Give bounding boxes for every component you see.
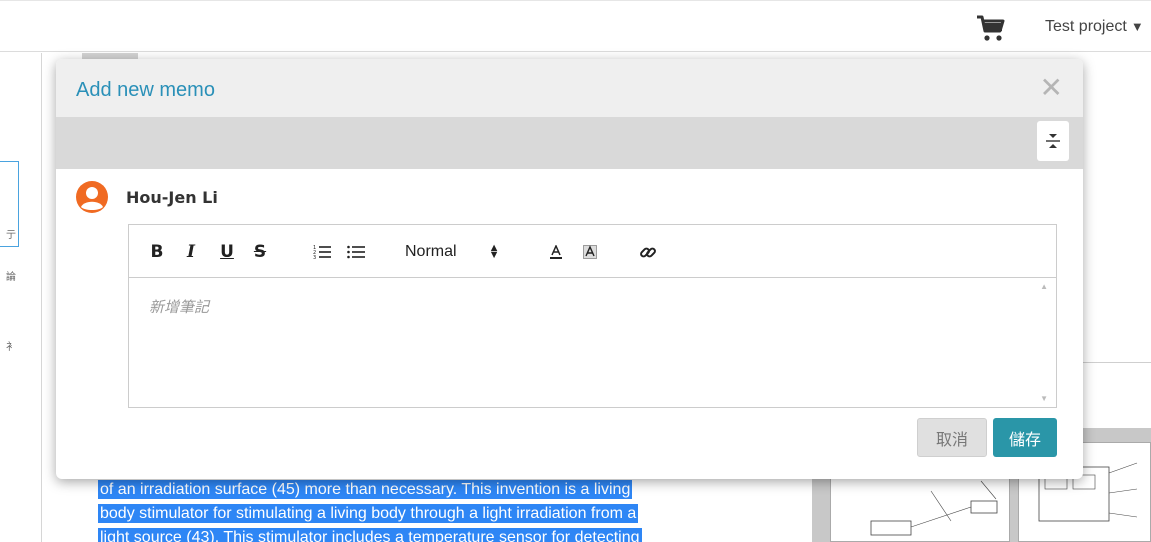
font-size-select[interactable]: Normal ▲ ▼	[405, 225, 515, 278]
collapse-button[interactable]	[1037, 121, 1069, 161]
project-label: Test project	[1045, 18, 1127, 35]
dialog-title: Add new memo	[76, 79, 215, 101]
scroll-down-icon[interactable]: ▼	[1040, 394, 1048, 403]
caret-down-icon: ▼	[1130, 19, 1144, 34]
selected-text-line: light source (43). This stimulator inclu…	[98, 528, 642, 542]
memo-placeholder: 新增筆記	[149, 298, 210, 316]
cart-icon[interactable]	[975, 14, 1007, 44]
underline-button[interactable]: U	[217, 225, 237, 278]
rail-char: 亍	[6, 230, 16, 241]
ordered-list-icon[interactable]: 1 2 3	[311, 225, 333, 278]
author-name: Hou-Jen Li	[126, 187, 218, 207]
selected-text-line: body stimulator for stimulating a living…	[98, 504, 639, 523]
dialog-header: Add new memo ✕	[56, 59, 1083, 117]
memo-textarea[interactable]: 新增筆記 ▲ ▼	[129, 278, 1056, 407]
bold-button[interactable]: B	[147, 225, 167, 278]
add-memo-dialog: Add new memo ✕ Hou-Jen Li B I U S 1 2 3 …	[56, 59, 1083, 479]
collapse-icon	[1046, 134, 1060, 148]
app-header: Test project ▼	[0, 0, 1151, 52]
selected-abstract-text: of an irradiation surface (45) more than…	[98, 478, 738, 542]
strikethrough-button[interactable]: S	[250, 225, 270, 278]
close-icon[interactable]: ✕	[1040, 71, 1063, 104]
bullet-list-icon[interactable]	[345, 225, 367, 278]
link-icon[interactable]	[637, 225, 659, 278]
italic-button[interactable]: I	[181, 225, 201, 278]
font-size-value: Normal	[405, 242, 457, 260]
rail-char: 論	[6, 272, 16, 283]
memo-editor: B I U S 1 2 3 Normal ▲ ▼ 新增筆記 ▲ ▼	[128, 224, 1057, 408]
left-rail: 亍 論 衤	[0, 53, 42, 542]
rail-char: 衤	[6, 342, 16, 353]
svg-text:3: 3	[313, 255, 316, 260]
text-color-icon[interactable]	[547, 225, 565, 278]
selected-text-line: of an irradiation surface (45) more than…	[98, 480, 633, 499]
project-selector[interactable]: Test project ▼	[1045, 18, 1144, 36]
dialog-band	[56, 117, 1083, 169]
save-button[interactable]: 儲存	[993, 418, 1057, 457]
select-arrows-icon: ▲ ▼	[488, 241, 500, 261]
editor-toolbar: B I U S 1 2 3 Normal ▲ ▼	[129, 225, 1056, 278]
background-color-icon[interactable]	[581, 225, 599, 278]
cancel-button[interactable]: 取消	[917, 418, 987, 457]
user-avatar-icon	[76, 181, 108, 213]
memo-author: Hou-Jen Li	[76, 181, 218, 213]
scroll-up-icon[interactable]: ▲	[1040, 282, 1048, 291]
